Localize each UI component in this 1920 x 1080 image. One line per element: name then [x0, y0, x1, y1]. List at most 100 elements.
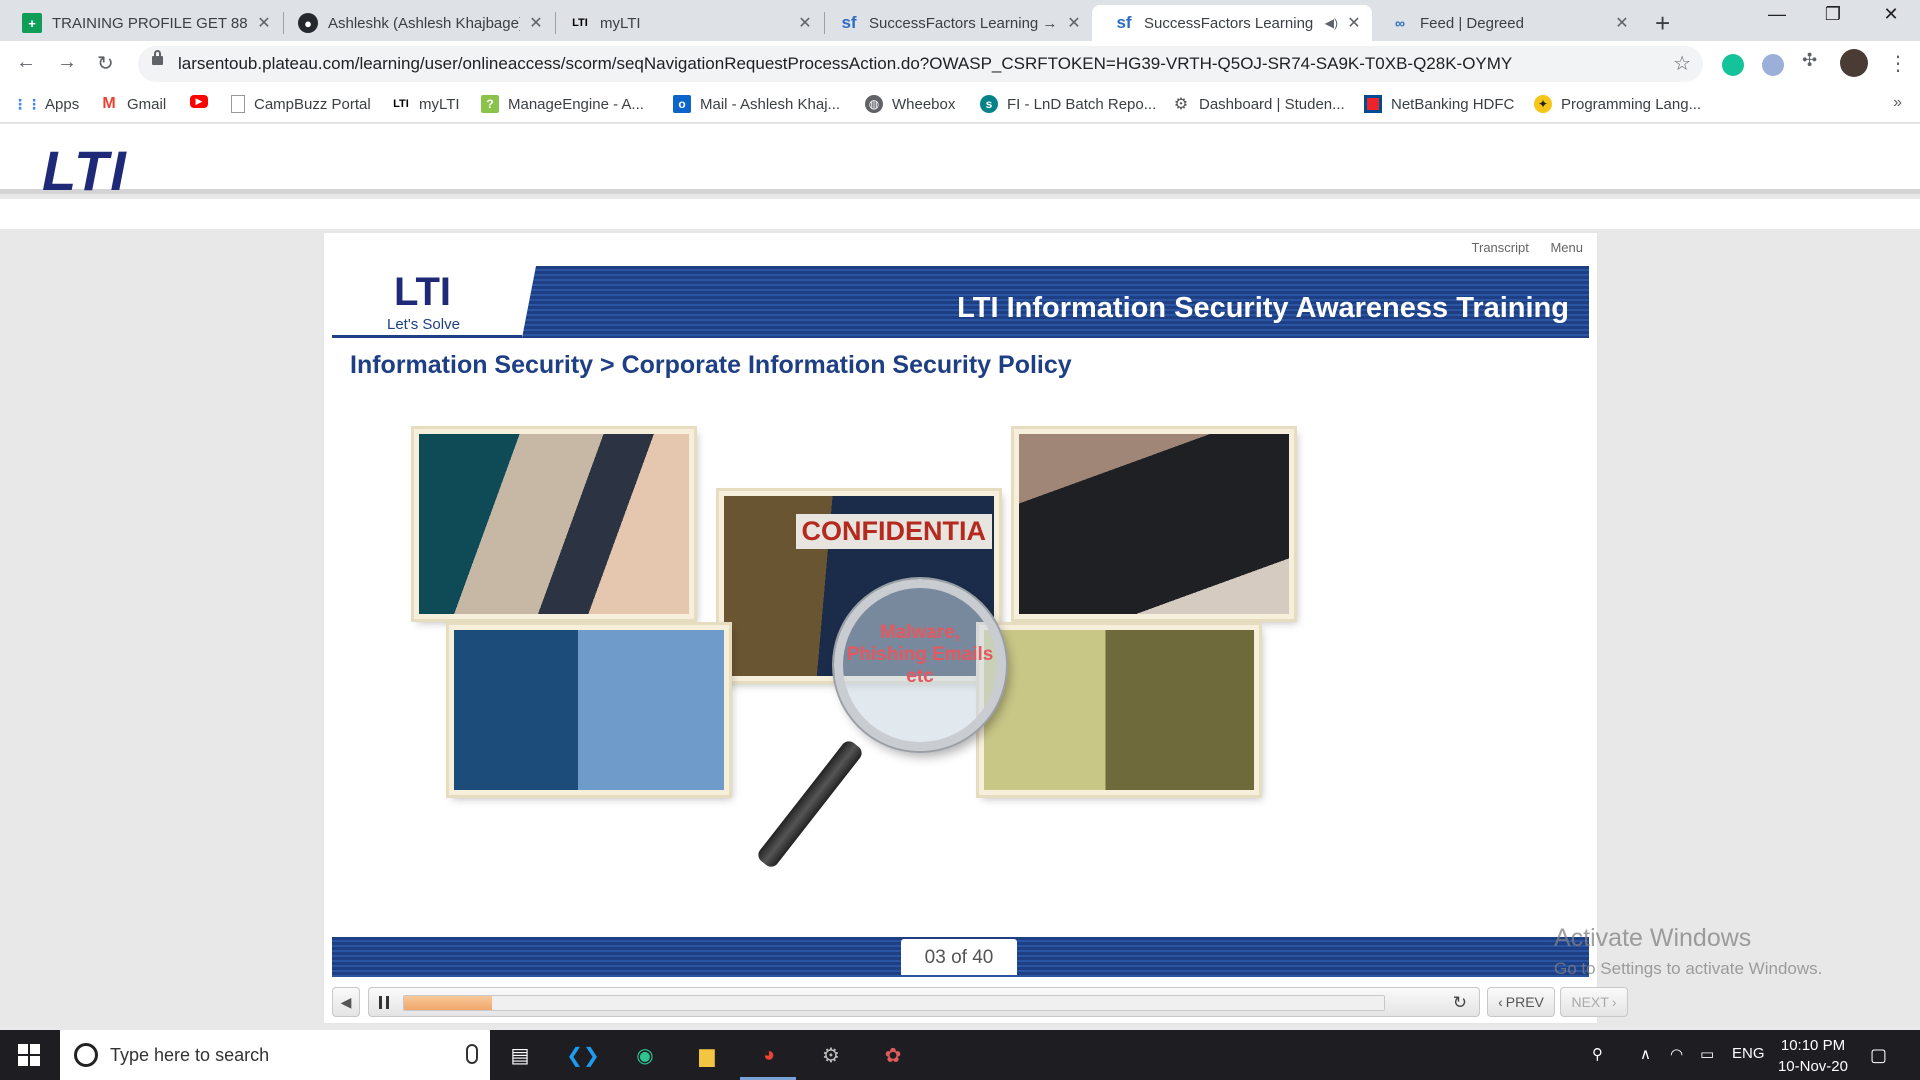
tab-degreed[interactable]: ∞ Feed | Degreed ✕ — [1368, 5, 1640, 41]
tab-title: SuccessFactors Learning → Le — [869, 14, 1058, 32]
minimize-icon[interactable]: — — [1754, 4, 1800, 25]
speaker-icon: ◀ — [340, 993, 352, 1010]
tab-title: SuccessFactors Learning — [1144, 14, 1314, 32]
lock-icon[interactable] — [152, 50, 163, 65]
magnifier-handle — [755, 738, 865, 870]
pause-button[interactable] — [379, 996, 389, 1009]
photo-laptop-usb — [1014, 429, 1294, 619]
speaker-icon[interactable]: ◀) — [1325, 16, 1338, 30]
restore-icon[interactable]: ❐ — [1810, 4, 1856, 25]
address-bar[interactable]: larsentoub.plateau.com/learning/user/onl… — [138, 46, 1703, 82]
photo-office-worker — [414, 429, 694, 619]
edge-icon[interactable]: ◉ — [630, 1040, 660, 1070]
battery-icon[interactable]: ▭ — [1700, 1045, 1714, 1063]
tab-successfactors-1[interactable]: sf SuccessFactors Learning → Le ✕ — [817, 5, 1092, 41]
bookmarks-bar: ⋮⋮ Apps M Gmail ▶ CampBuzz Portal LTI my… — [0, 87, 1920, 123]
bookmark-label: NetBanking HDFC — [1391, 95, 1515, 113]
apps-grid-icon: ⋮⋮ — [13, 95, 41, 112]
system-clock[interactable]: 10:10 PM 10-Nov-20 — [1778, 1035, 1848, 1077]
language-indicator[interactable]: ENG — [1732, 1045, 1765, 1062]
prev-button[interactable]: ‹ PREV — [1487, 987, 1555, 1017]
bookmark-hdfc[interactable]: NetBanking HDFC — [1364, 95, 1514, 113]
vscode-icon[interactable]: ❮❯ — [566, 1040, 600, 1070]
course-title: LTI Information Security Awareness Train… — [957, 292, 1569, 324]
url-text[interactable]: larsentoub.plateau.com/learning/user/onl… — [178, 54, 1512, 74]
back-icon[interactable]: ← — [16, 51, 36, 74]
next-label: NEXT — [1571, 994, 1609, 1010]
close-icon[interactable]: ✕ — [1346, 13, 1362, 33]
windows-start-button[interactable] — [18, 1044, 40, 1066]
lens-text: Malware, Phishing Emails etc — [846, 622, 994, 687]
close-icon[interactable]: ✕ — [528, 13, 544, 33]
close-icon[interactable]: ✕ — [1614, 13, 1630, 33]
close-icon[interactable]: ✕ — [1066, 13, 1082, 33]
page-icon — [231, 95, 245, 113]
confidential-stamp: CONFIDENTIA — [795, 514, 992, 549]
puzzle-icon[interactable]: ✣ — [1802, 50, 1824, 72]
gmail-icon: M — [102, 95, 116, 112]
close-icon[interactable]: ✕ — [797, 13, 813, 33]
notifications-icon[interactable]: ▢ — [1870, 1045, 1887, 1066]
forward-icon[interactable]: → — [57, 51, 77, 74]
outlook-icon: o — [673, 95, 691, 113]
app-icon[interactable]: ✿ — [878, 1040, 908, 1070]
bookmark-mylti[interactable]: LTI myLTI — [392, 95, 460, 113]
bookmark-gmail[interactable]: M Gmail — [100, 95, 166, 113]
close-icon[interactable]: ✕ — [256, 13, 272, 33]
close-window-icon[interactable]: ✕ — [1868, 4, 1914, 25]
bookmark-dashboard[interactable]: ⚙ Dashboard | Studen... — [1172, 95, 1345, 114]
bookmark-youtube[interactable]: ▶ — [190, 95, 217, 108]
github-icon: ● — [298, 13, 318, 33]
tab-title: Ashleshk (Ashlesh Khajbage) — [328, 14, 520, 32]
cortana-icon — [74, 1043, 98, 1067]
reload-icon[interactable]: ↻ — [97, 51, 114, 76]
bookmark-star-icon[interactable]: ☆ — [1673, 51, 1691, 76]
replay-icon[interactable]: ↻ — [1453, 993, 1467, 1013]
tab-mylti[interactable]: LTI myLTI ✕ — [548, 5, 823, 41]
people-icon[interactable]: ⚲ — [1592, 1045, 1603, 1063]
bookmark-fi-lnd[interactable]: s FI - LnD Batch Repo... — [980, 95, 1156, 113]
lti-icon: LTI — [393, 98, 409, 110]
chevron-right-icon: › — [1611, 994, 1617, 1010]
tab-title: myLTI — [600, 14, 641, 32]
gear-icon[interactable]: ⚙ — [816, 1040, 846, 1070]
globe-icon: ◍ — [865, 95, 883, 113]
bookmark-manageengine[interactable]: ? ManageEngine - A... — [481, 95, 644, 113]
bookmark-mail[interactable]: o Mail - Ashlesh Khaj... — [673, 95, 840, 113]
tab-successfactors-active[interactable]: sf SuccessFactors Learning ◀) ✕ — [1092, 5, 1372, 41]
site-logo[interactable]: LTI — [42, 138, 128, 203]
progress-bar[interactable] — [403, 995, 1385, 1011]
degreed-icon: ∞ — [1395, 15, 1405, 31]
task-view-icon[interactable]: ▤ — [505, 1040, 535, 1070]
extension-icon[interactable] — [1762, 54, 1784, 76]
bulb-icon: ✦ — [1534, 95, 1552, 113]
wifi-icon[interactable]: ◠ — [1670, 1045, 1683, 1063]
bookmark-campbuzz[interactable]: CampBuzz Portal — [231, 95, 371, 113]
chrome-icon[interactable]: ◕ — [754, 1040, 784, 1070]
file-explorer-icon[interactable]: ▆ — [692, 1040, 722, 1070]
sheets-icon: + — [22, 13, 42, 33]
next-button[interactable]: NEXT › — [1560, 987, 1628, 1017]
tab-training-profile[interactable]: + TRAINING PROFILE GET 881 ✕ — [0, 5, 282, 41]
bookmark-apps[interactable]: ⋮⋮ Apps — [13, 95, 79, 113]
menu-link[interactable]: Menu — [1550, 240, 1583, 255]
more-bookmarks-icon[interactable]: » — [1893, 94, 1902, 112]
kebab-menu-icon[interactable]: ⋮ — [1888, 51, 1908, 76]
tray-chevron-up-icon[interactable]: ∧ — [1640, 1045, 1651, 1063]
taskbar-search[interactable]: Type here to search — [60, 1030, 490, 1080]
bookmark-wheebox[interactable]: ◍ Wheebox — [865, 95, 955, 113]
volume-button[interactable]: ◀ — [332, 987, 360, 1017]
hdfc-icon — [1364, 95, 1382, 113]
bookmark-label: myLTI — [419, 95, 460, 113]
bookmark-label: Dashboard | Studen... — [1199, 95, 1345, 113]
new-tab-button[interactable]: + — [1655, 8, 1670, 39]
microphone-icon[interactable] — [466, 1044, 478, 1064]
site-header: LTI — [0, 124, 1920, 202]
bookmark-programming[interactable]: ✦ Programming Lang... — [1534, 95, 1701, 113]
transcript-link[interactable]: Transcript — [1472, 240, 1529, 255]
grammarly-icon[interactable] — [1722, 54, 1744, 76]
tab-github[interactable]: ● Ashleshk (Ashlesh Khajbage) ✕ — [276, 5, 554, 41]
avatar[interactable] — [1840, 49, 1868, 77]
sharepoint-icon: s — [980, 95, 998, 113]
tab-title: Feed | Degreed — [1420, 14, 1524, 32]
